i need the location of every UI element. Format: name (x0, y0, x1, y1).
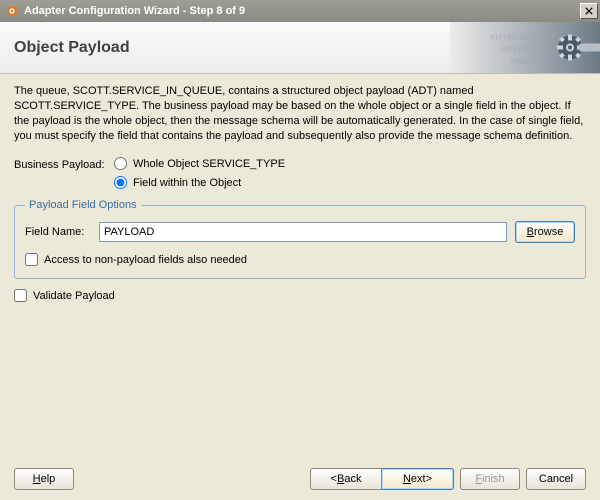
nav-button-group: < Back Next > (310, 468, 454, 490)
app-icon (4, 3, 20, 19)
radio-whole-object[interactable]: Whole Object SERVICE_TYPE (114, 157, 285, 170)
business-payload-row: Business Payload: Whole Object SERVICE_T… (14, 157, 586, 189)
browse-button[interactable]: Browse (515, 221, 575, 243)
access-non-payload-checkbox[interactable]: Access to non-payload fields also needed (25, 253, 575, 266)
radio-field-within[interactable]: Field within the Object (114, 176, 285, 189)
radio-field-within-label: Field within the Object (133, 177, 241, 189)
svg-text:0101001101: 0101001101 (490, 34, 532, 42)
close-button[interactable] (580, 3, 598, 19)
validate-payload-label: Validate Payload (33, 290, 115, 302)
wizard-content: The queue, SCOTT.SERVICE_IN_QUEUE, conta… (0, 74, 600, 302)
cancel-button[interactable]: Cancel (526, 468, 586, 490)
description-text: The queue, SCOTT.SERVICE_IN_QUEUE, conta… (14, 84, 586, 143)
access-non-payload-input[interactable] (25, 253, 38, 266)
radio-whole-object-input[interactable] (114, 157, 127, 170)
back-button[interactable]: < Back (310, 468, 382, 490)
business-payload-label: Business Payload: (14, 157, 114, 171)
window-title: Adapter Configuration Wizard - Step 8 of… (24, 5, 580, 17)
page-title: Object Payload (14, 39, 130, 57)
field-name-input[interactable] (99, 222, 507, 242)
access-non-payload-label: Access to non-payload fields also needed (44, 254, 247, 266)
radio-whole-object-label: Whole Object SERVICE_TYPE (133, 158, 285, 170)
payload-field-options-group: Payload Field Options Field Name: Browse… (14, 199, 586, 279)
header-decoration: 0101001101 1010101011 0010110101 (450, 22, 600, 73)
help-button[interactable]: Help (14, 468, 74, 490)
svg-text:1010101011: 1010101011 (500, 46, 542, 54)
field-name-row: Field Name: Browse (25, 221, 575, 243)
finish-button: Finish (460, 468, 520, 490)
title-bar: Adapter Configuration Wizard - Step 8 of… (0, 0, 600, 22)
validate-payload-checkbox[interactable]: Validate Payload (14, 289, 586, 302)
business-payload-radios: Whole Object SERVICE_TYPE Field within t… (114, 157, 285, 189)
payload-field-options-legend: Payload Field Options (25, 199, 141, 211)
next-button[interactable]: Next > (382, 468, 454, 490)
svg-text:0010110101: 0010110101 (510, 58, 552, 66)
radio-field-within-input[interactable] (114, 176, 127, 189)
field-name-label: Field Name: (25, 226, 91, 238)
wizard-footer: Help < Back Next > Finish Cancel (0, 458, 600, 500)
validate-payload-input[interactable] (14, 289, 27, 302)
wizard-header: Object Payload 0101001101 1010101011 001… (0, 22, 600, 74)
